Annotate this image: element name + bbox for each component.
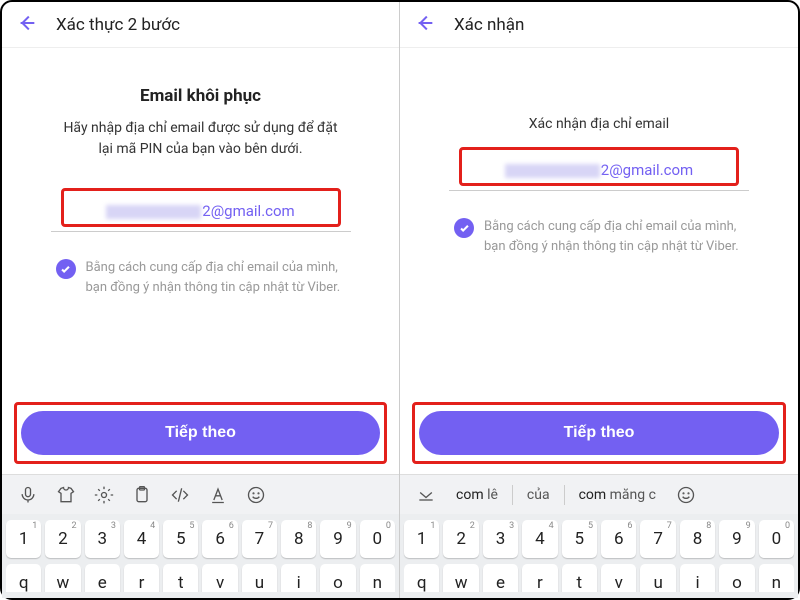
key-e[interactable]: e (85, 564, 120, 592)
keyboard-row-numbers: 11223344556677889900 (6, 520, 395, 558)
key-7[interactable]: 77 (242, 520, 277, 558)
page-heading: Email khôi phục (140, 86, 261, 106)
primary-button-highlight: Tiếp theo (412, 402, 786, 464)
mic-icon[interactable] (12, 479, 44, 511)
screen-left: Xác thực 2 bước Email khôi phục Hãy nhập… (2, 2, 400, 598)
key-u[interactable]: u (242, 564, 277, 592)
keyboard-suggestion-bar: com lê của com măng c (400, 474, 798, 514)
content: Xác nhận địa chỉ email 2@gmail.com Bằng … (400, 48, 798, 402)
input-underline (51, 231, 351, 232)
key-8[interactable]: 88 (281, 520, 316, 558)
key-2[interactable]: 22 (45, 520, 80, 558)
key-q[interactable]: q (6, 564, 41, 592)
collapse-keyboard-icon[interactable] (410, 479, 442, 511)
key-6[interactable]: 66 (601, 520, 636, 558)
key-3[interactable]: 33 (483, 520, 518, 558)
key-r[interactable]: r (124, 564, 159, 592)
header: Xác nhận (400, 2, 798, 48)
key-v[interactable]: v (202, 564, 237, 592)
continue-button[interactable]: Tiếp theo (419, 411, 779, 455)
keyboard-row-letters: qwertvuion (6, 564, 395, 592)
check-circle-icon[interactable] (56, 259, 76, 279)
emoji-icon[interactable] (240, 479, 272, 511)
content: Email khôi phục Hãy nhập địa chỉ email đ… (2, 48, 399, 402)
keyboard[interactable]: 11223344556677889900 qwertvuion (400, 514, 798, 598)
key-1[interactable]: 11 (6, 520, 41, 558)
email-input-highlight[interactable]: 2@gmail.com (459, 147, 739, 186)
key-4[interactable]: 44 (522, 520, 557, 558)
consent-row[interactable]: Bằng cách cung cấp địa chỉ email của mìn… (454, 217, 744, 256)
input-underline (449, 190, 749, 191)
key-2[interactable]: 22 (443, 520, 478, 558)
header: Xác thực 2 bước (2, 2, 399, 48)
key-r[interactable]: r (522, 564, 557, 592)
separator (564, 485, 565, 505)
key-0[interactable]: 00 (360, 520, 395, 558)
key-1[interactable]: 11 (404, 520, 439, 558)
keyboard-suggestion-bar (2, 474, 399, 514)
check-circle-icon[interactable] (454, 218, 474, 238)
header-title: Xác nhận (454, 15, 524, 35)
key-3[interactable]: 33 (85, 520, 120, 558)
consent-text: Bằng cách cung cấp địa chỉ email của mìn… (484, 217, 744, 256)
key-n[interactable]: n (759, 564, 794, 592)
key-t[interactable]: t (163, 564, 198, 592)
consent-text: Bằng cách cung cấp địa chỉ email của mìn… (86, 258, 346, 297)
continue-button[interactable]: Tiếp theo (21, 411, 380, 455)
screen-right: Xác nhận Xác nhận địa chỉ email 2@gmail.… (400, 2, 798, 598)
suggestion-word-1[interactable]: com lê (448, 487, 506, 503)
header-title: Xác thực 2 bước (56, 15, 180, 35)
key-4[interactable]: 44 (124, 520, 159, 558)
key-7[interactable]: 77 (640, 520, 675, 558)
back-arrow-icon[interactable] (16, 12, 38, 38)
email-value: 2@gmail.com (202, 202, 294, 220)
settings-icon[interactable] (88, 479, 120, 511)
key-w[interactable]: w (443, 564, 478, 592)
suggestion-word-3[interactable]: com măng c (571, 487, 664, 503)
emoji-icon[interactable] (670, 479, 702, 511)
key-e[interactable]: e (483, 564, 518, 592)
key-n[interactable]: n (360, 564, 395, 592)
code-icon[interactable] (164, 479, 196, 511)
tshirt-icon[interactable] (50, 479, 82, 511)
key-9[interactable]: 99 (719, 520, 754, 558)
key-u[interactable]: u (640, 564, 675, 592)
key-w[interactable]: w (45, 564, 80, 592)
keyboard[interactable]: 11223344556677889900 qwertvuion (2, 514, 399, 598)
back-arrow-icon[interactable] (414, 12, 436, 38)
primary-button-highlight: Tiếp theo (14, 402, 387, 464)
key-5[interactable]: 55 (163, 520, 198, 558)
key-q[interactable]: q (404, 564, 439, 592)
text-format-icon[interactable] (202, 479, 234, 511)
keyboard-row-letters: qwertvuion (404, 564, 794, 592)
key-t[interactable]: t (562, 564, 597, 592)
key-o[interactable]: o (719, 564, 754, 592)
email-redacted (106, 205, 201, 219)
key-9[interactable]: 99 (320, 520, 355, 558)
key-i[interactable]: i (281, 564, 316, 592)
email-redacted (505, 164, 600, 178)
key-0[interactable]: 00 (759, 520, 794, 558)
key-5[interactable]: 55 (562, 520, 597, 558)
email-value: 2@gmail.com (601, 161, 693, 179)
key-o[interactable]: o (320, 564, 355, 592)
page-subtext: Hãy nhập địa chỉ email được sử dụng để đ… (61, 118, 341, 160)
key-6[interactable]: 66 (202, 520, 237, 558)
clipboard-icon[interactable] (126, 479, 158, 511)
suggestion-word-2[interactable]: của (519, 487, 558, 503)
keyboard-row-numbers: 11223344556677889900 (404, 520, 794, 558)
consent-row[interactable]: Bằng cách cung cấp địa chỉ email của mìn… (56, 258, 346, 297)
page-subtext: Xác nhận địa chỉ email (529, 114, 669, 135)
separator (512, 485, 513, 505)
key-8[interactable]: 88 (680, 520, 715, 558)
key-v[interactable]: v (601, 564, 636, 592)
email-input-highlight[interactable]: 2@gmail.com (61, 188, 341, 227)
key-i[interactable]: i (680, 564, 715, 592)
